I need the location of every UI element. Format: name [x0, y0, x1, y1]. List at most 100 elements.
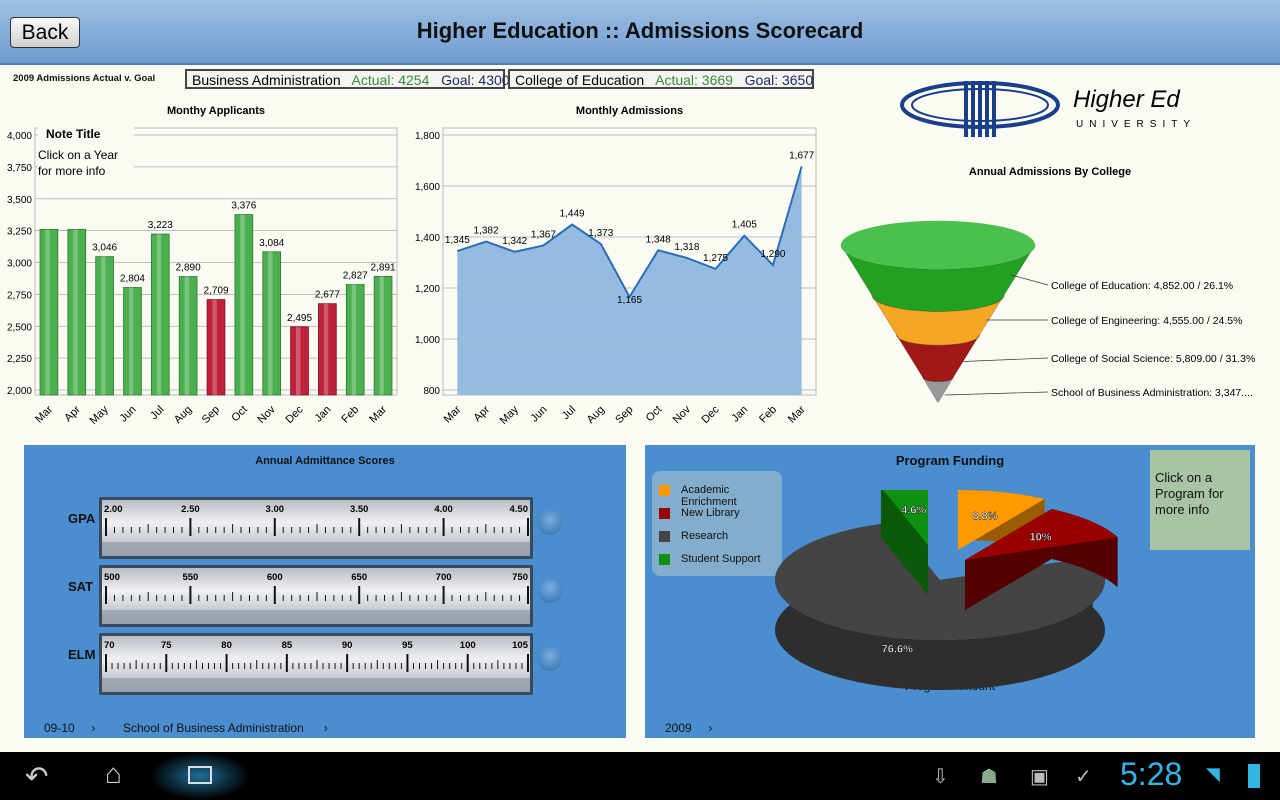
- funnel-label: College of Social Science: 5,809.00 / 31…: [1051, 353, 1255, 365]
- legend-item[interactable]: Student Support: [681, 553, 761, 565]
- gauge-tick-label: 3.50: [350, 504, 369, 515]
- x-tick-label: Jul: [148, 404, 166, 422]
- pie-label: 10%: [1029, 532, 1051, 544]
- gauge-label: SAT: [68, 579, 94, 594]
- college-selector[interactable]: School of Business Administration ›: [123, 721, 328, 735]
- year-value: 2009: [665, 721, 692, 735]
- goals-label: 2009 Admissions Actual v. Goal: [13, 73, 156, 84]
- gauge-tick-label: 500: [104, 572, 120, 583]
- data-label: 3,046: [92, 243, 117, 254]
- pie-label: 76.6%: [882, 643, 913, 655]
- chevron-right-icon: ›: [91, 721, 96, 735]
- chevron-right-icon: ›: [323, 721, 328, 735]
- gauge-knob-icon[interactable]: [538, 647, 562, 671]
- back-button[interactable]: Back: [10, 17, 80, 48]
- legend-item[interactable]: Research: [681, 530, 728, 542]
- pie-label: 8.8%: [972, 510, 997, 522]
- data-label: 1,367: [531, 229, 556, 240]
- x-tick-label: Aug: [585, 404, 607, 426]
- data-label: 2,890: [176, 263, 201, 274]
- note-text: Click on a Year for more info: [38, 148, 119, 178]
- gauge-tick-label: 650: [351, 572, 367, 583]
- y-tick-label: 4,000: [7, 131, 32, 142]
- admissions-by-college-funnel[interactable]: Annual Admissions By College College of E…: [830, 160, 1280, 410]
- clock: 5:28: [1120, 756, 1183, 792]
- data-label: 2,827: [343, 271, 368, 282]
- gauge-elm[interactable]: 70 75 80 85 90 95 100 105: [99, 633, 533, 695]
- legend-item[interactable]: New Library: [681, 507, 740, 519]
- x-tick-label: Mar: [33, 403, 55, 425]
- gauge-sat[interactable]: 500 550 600 650 700 750: [99, 565, 533, 627]
- x-tick-label: Sep: [613, 404, 635, 426]
- data-label: 2,891: [371, 262, 396, 273]
- gauge-knob-icon[interactable]: [538, 511, 562, 535]
- android-icon: ☗: [980, 766, 998, 788]
- data-label: 1,342: [502, 236, 527, 247]
- y-tick-label: 3,750: [7, 163, 32, 174]
- bar-highlight: [240, 214, 245, 395]
- funding-year-selector[interactable]: 2009 ›: [665, 721, 712, 735]
- legend-swatch: [659, 554, 670, 565]
- x-tick-label: Dec: [283, 403, 306, 426]
- x-tick-label: Mar: [442, 403, 464, 425]
- data-label: 1,165: [617, 295, 642, 306]
- x-tick-label: Apr: [62, 403, 83, 424]
- gauge-tick-label: 2.50: [181, 504, 200, 515]
- x-tick-label: Dec: [699, 403, 722, 426]
- x-tick-label: Oct: [229, 404, 250, 425]
- data-label: 2,709: [203, 286, 228, 297]
- funnel-label: College of Education: 4,852.00 / 26.1%: [1051, 280, 1233, 292]
- home-icon[interactable]: ⌂: [105, 758, 122, 790]
- goal-actual: Actual: 3669: [655, 72, 733, 88]
- data-label: 3,223: [148, 220, 173, 231]
- legend-swatch: [659, 485, 670, 496]
- bar-highlight: [101, 256, 106, 395]
- bar-highlight: [379, 276, 384, 395]
- gauge-base: [102, 610, 530, 624]
- gauge-tick-label: 600: [267, 572, 283, 583]
- bar-highlight: [156, 234, 162, 395]
- gauge-tick-label: 95: [402, 640, 413, 651]
- y-tick-label: 1,800: [415, 131, 440, 142]
- goal-target: Goal: 4300: [441, 72, 510, 88]
- pie-label: 4.6%: [901, 504, 926, 516]
- goal-business-administration[interactable]: Business Administration Actual: 4254 Goa…: [185, 69, 510, 89]
- bar-highlight: [212, 299, 217, 395]
- recent-apps-icon[interactable]: [150, 752, 250, 800]
- y-tick-label: 2,000: [7, 386, 32, 397]
- monthly-admissions-chart[interactable]: Monthly Admissions 800 1,000 1,200 1,400 1,60…: [405, 100, 825, 430]
- leader-line: [944, 391, 1049, 396]
- y-tick-label: 1,000: [415, 335, 440, 346]
- gauge-tick-label: 2.00: [104, 504, 123, 515]
- gauge-tick-label: 700: [436, 572, 452, 583]
- wifi-icon: ◥: [1206, 764, 1220, 784]
- year-selector[interactable]: 09-10 ›: [44, 721, 95, 735]
- year-value: 09-10: [44, 721, 75, 735]
- x-tick-label: Aug: [172, 404, 194, 426]
- y-tick-label: 2,500: [7, 322, 32, 333]
- funnel-label: College of Engineering: 4,555.00 / 24.5%: [1051, 315, 1242, 327]
- goal-actual: Actual: 4254: [351, 72, 430, 88]
- gauge-tick-label: 70: [104, 640, 115, 651]
- logo-text: Higher Ed: [1073, 86, 1180, 113]
- gauge-tick-label: 80: [221, 640, 232, 651]
- data-label: 1,318: [674, 242, 699, 253]
- page-title: Higher Education :: Admissions Scorecard: [416, 18, 864, 43]
- program-funding-pie[interactable]: 76.6% 4.6% 8.8% 10%: [760, 490, 1140, 690]
- y-tick-label: 800: [423, 386, 440, 397]
- funnel-top: [841, 220, 1035, 270]
- x-tick-label: Mar: [786, 403, 808, 425]
- gauge-base: [102, 542, 530, 556]
- gauge-gpa[interactable]: 2.00 2.50 3.00 3.50 4.00 4.50: [99, 497, 533, 559]
- x-tick-label: Mar: [367, 403, 389, 425]
- gauge-knob-icon[interactable]: [538, 579, 562, 603]
- leader-line: [1011, 274, 1049, 286]
- bar-highlight: [295, 326, 301, 395]
- bar-highlight: [351, 284, 357, 395]
- back-nav-icon[interactable]: ↶: [25, 760, 48, 793]
- y-tick-label: 3,000: [7, 259, 32, 270]
- logo-subtext: UNIVERSITY: [1076, 119, 1196, 130]
- goal-college-of-education[interactable]: College of Education Actual: 3669 Goal: …: [508, 69, 814, 89]
- data-label: 1,405: [732, 220, 757, 231]
- x-tick-label: Jan: [729, 404, 750, 425]
